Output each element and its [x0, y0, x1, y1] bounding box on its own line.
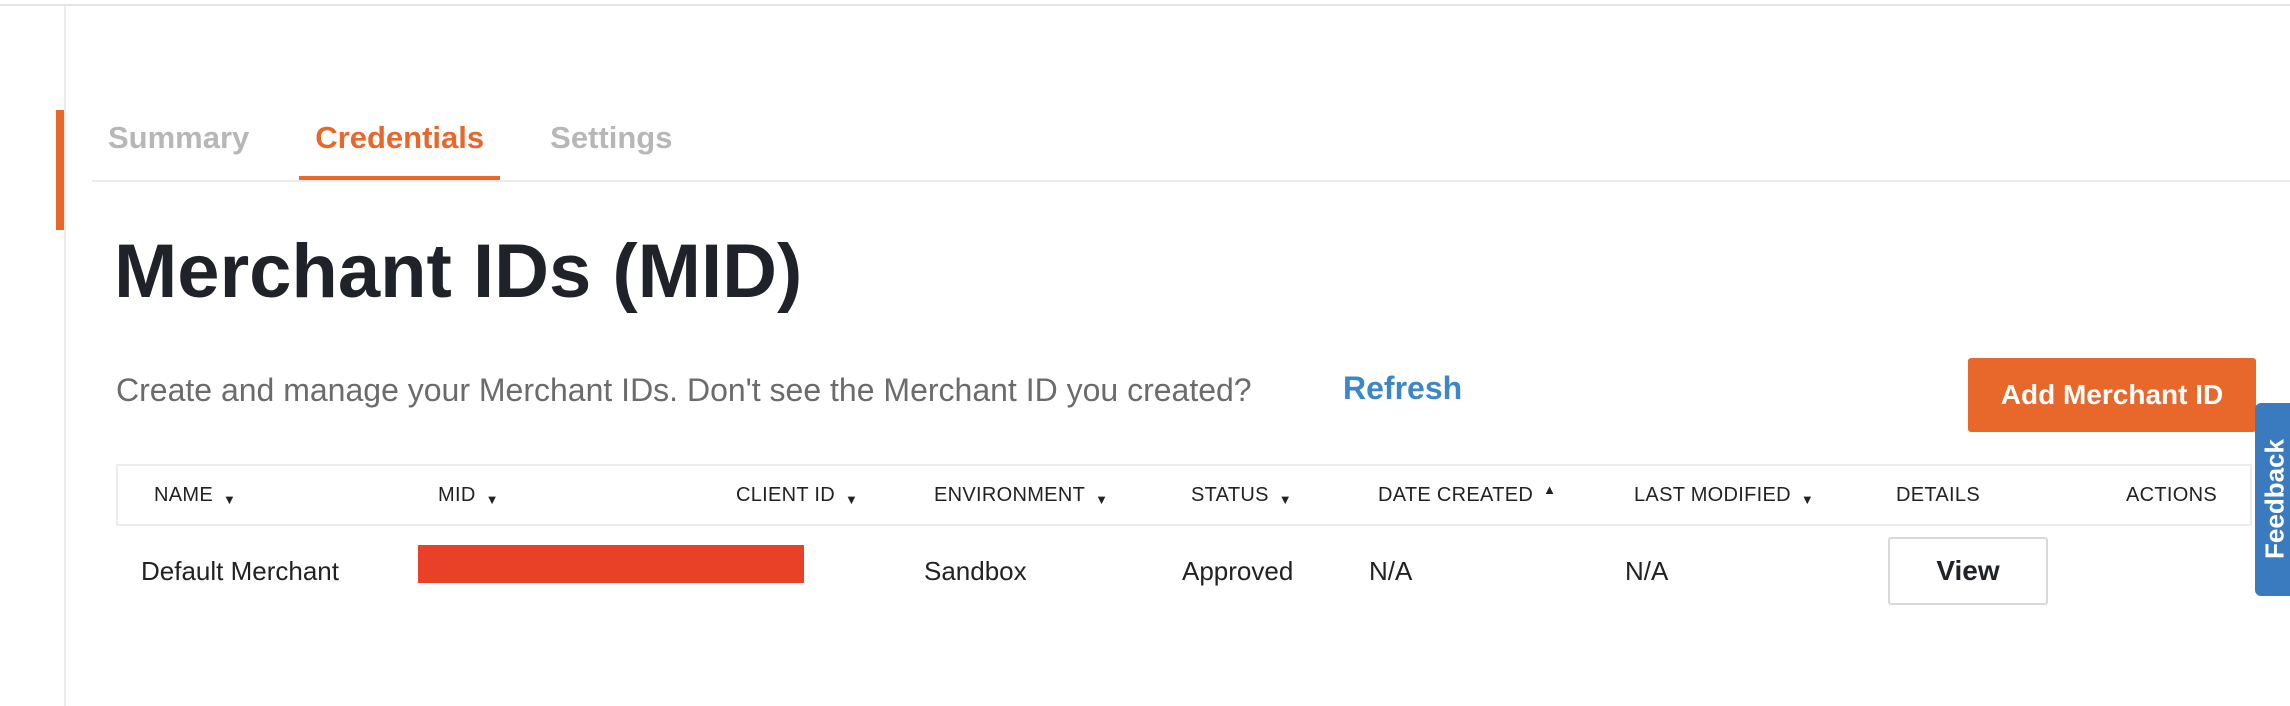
column-label: NAME — [154, 484, 213, 506]
column-header-mid[interactable]: MID ▼ — [438, 466, 499, 524]
column-label: LAST MODIFIED — [1634, 484, 1791, 506]
intro-text: Create and manage your Merchant IDs. Don… — [116, 372, 1252, 408]
caret-down-icon: ▼ — [1095, 491, 1109, 507]
cell-date-created: N/A — [1369, 556, 1413, 586]
tab-credentials[interactable]: Credentials — [299, 108, 500, 180]
column-label: ACTIONS — [2126, 484, 2217, 506]
column-label: ENVIRONMENT — [934, 484, 1086, 506]
caret-up-icon: ▲ — [1543, 481, 1557, 497]
nav-accent-indicator — [56, 110, 64, 230]
top-divider — [0, 4, 2290, 6]
refresh-link[interactable]: Refresh — [1343, 370, 1462, 407]
table-row: Default Merchant Sandbox Approved N/A N/… — [116, 526, 2252, 616]
column-label: STATUS — [1191, 484, 1269, 506]
redacted-mid-value — [418, 545, 804, 583]
column-header-details: DETAILS — [1896, 466, 1980, 524]
column-label: MID — [438, 484, 476, 506]
left-rail-divider — [64, 6, 66, 706]
tab-settings[interactable]: Settings — [534, 108, 688, 180]
caret-down-icon: ▼ — [1800, 491, 1815, 507]
caret-down-icon: ▼ — [1278, 491, 1292, 507]
caret-down-icon: ▼ — [485, 491, 499, 507]
column-header-client-id[interactable]: CLIENT ID ▼ — [736, 466, 858, 524]
caret-down-icon: ▼ — [222, 491, 237, 507]
column-label: DATE CREATED — [1378, 484, 1534, 506]
tab-bar: Summary Credentials Settings — [92, 108, 722, 180]
column-header-name[interactable]: NAME ▼ — [154, 466, 236, 524]
cell-status: Approved — [1182, 556, 1294, 586]
column-header-actions: ACTIONS — [2126, 466, 2217, 524]
page-title: Merchant IDs (MID) — [114, 229, 803, 314]
column-label: DETAILS — [1896, 484, 1980, 506]
column-header-status[interactable]: STATUS ▼ — [1191, 466, 1292, 524]
tab-summary[interactable]: Summary — [92, 108, 265, 180]
cell-last-modified: N/A — [1625, 556, 1669, 586]
column-header-date-created[interactable]: DATE CREATED ▲ — [1378, 466, 1556, 524]
tab-bar-divider — [92, 180, 2290, 182]
caret-down-icon: ▼ — [845, 491, 859, 507]
feedback-label: Feedback — [2259, 439, 2290, 559]
page: Summary Credentials Settings Merchant ID… — [0, 0, 2290, 706]
column-header-environment[interactable]: ENVIRONMENT ▼ — [934, 466, 1108, 524]
table-header: NAME ▼ MID ▼ CLIENT ID ▼ ENVIRONMENT ▼ STATU… — [116, 464, 2252, 526]
add-merchant-id-button[interactable]: Add Merchant ID — [1968, 358, 2256, 432]
column-header-last-modified[interactable]: LAST MODIFIED ▼ — [1634, 466, 1814, 524]
view-details-button[interactable]: View — [1888, 537, 2048, 605]
cell-environment: Sandbox — [924, 556, 1027, 586]
column-label: CLIENT ID — [736, 484, 836, 506]
cell-name: Default Merchant — [141, 556, 339, 586]
feedback-tab[interactable]: Feedback — [2255, 403, 2290, 596]
